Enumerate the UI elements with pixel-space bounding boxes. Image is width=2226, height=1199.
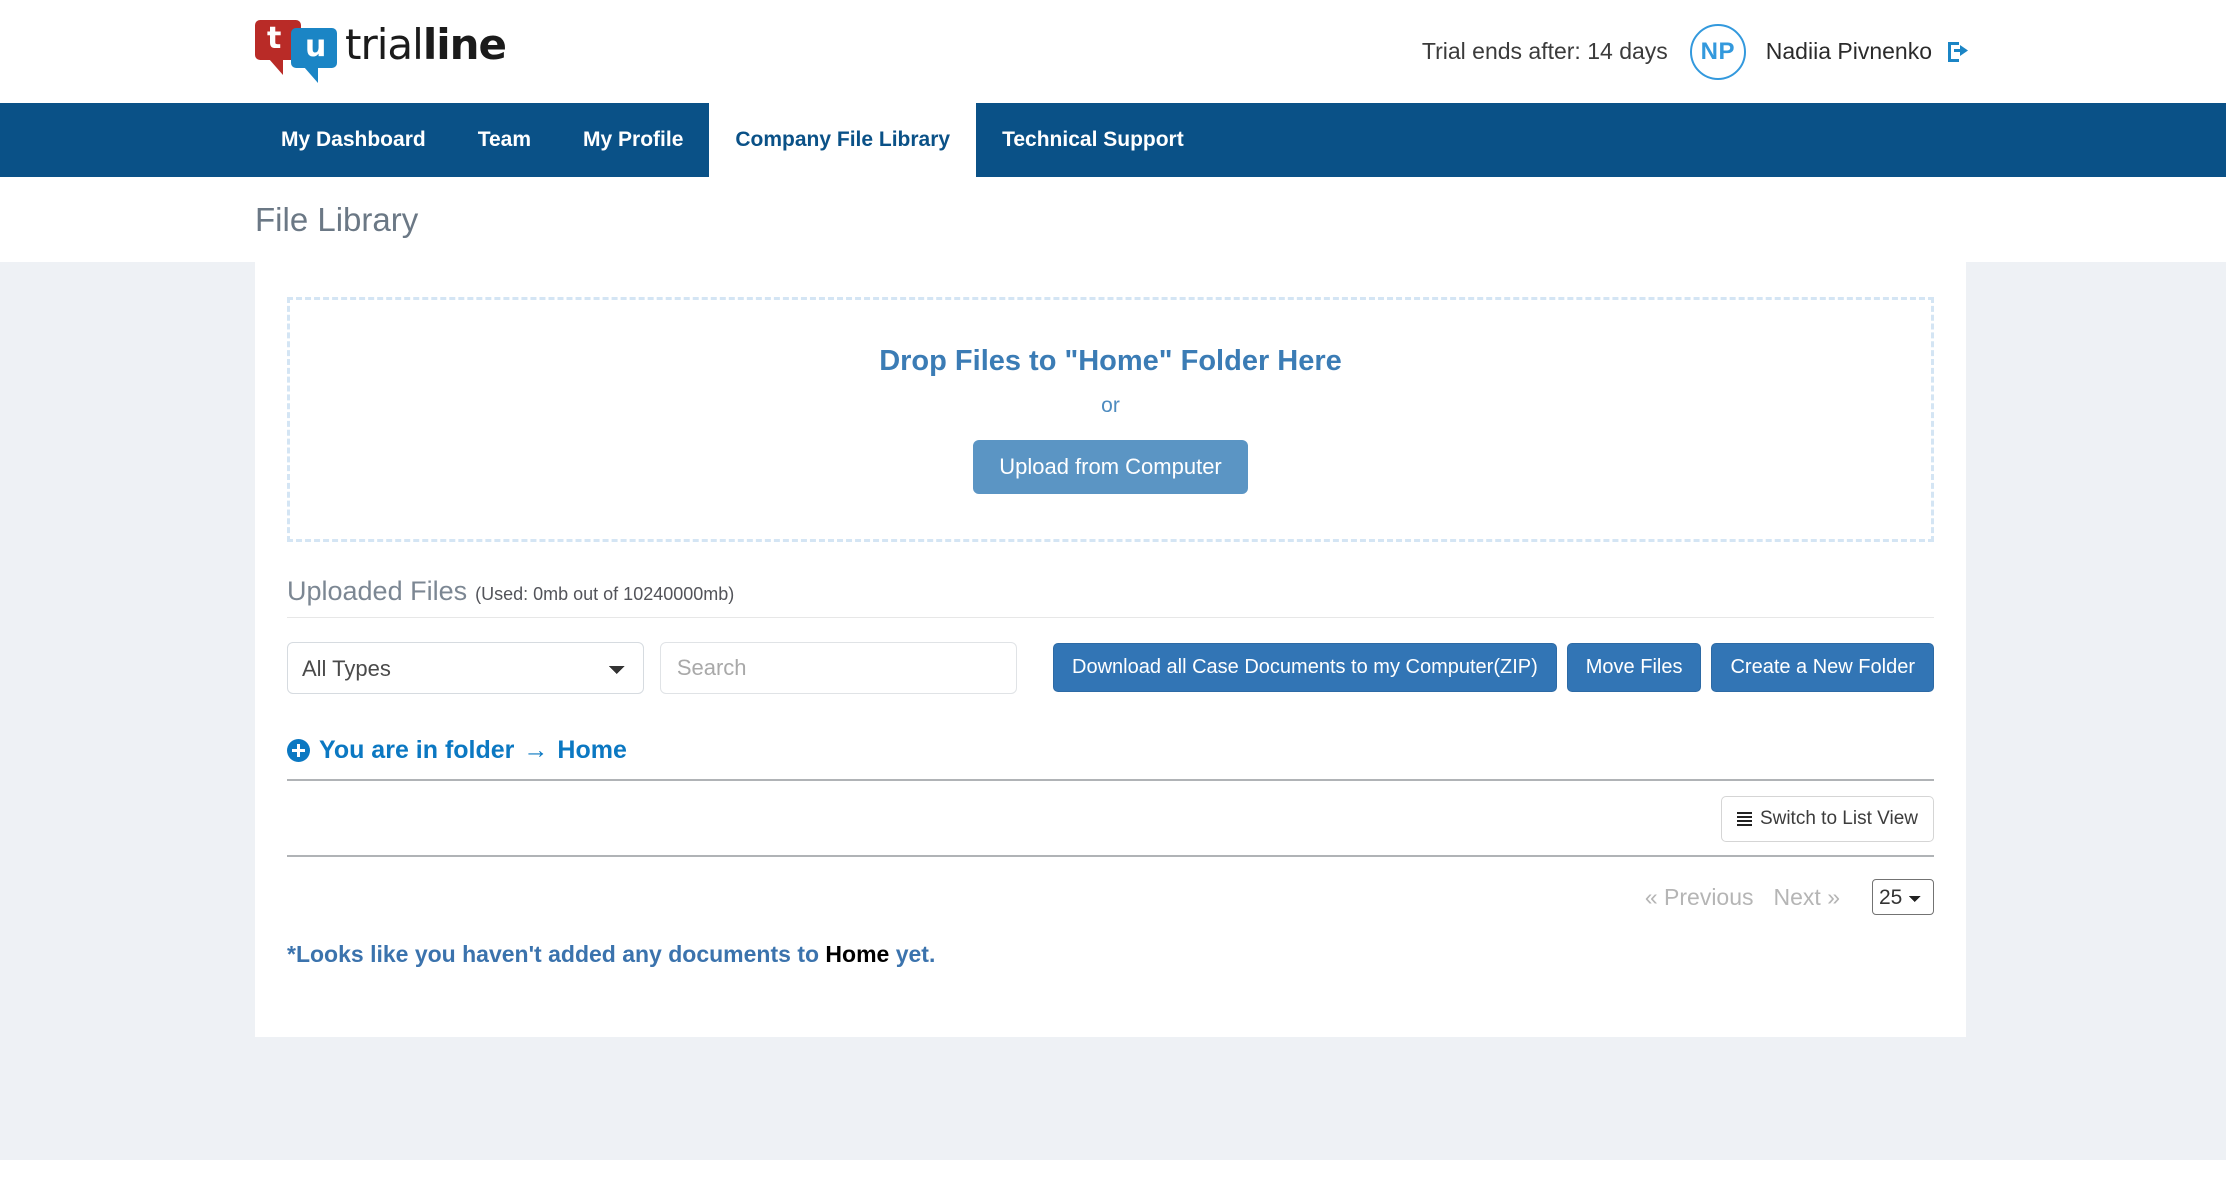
- switch-to-list-view-label: Switch to List View: [1759, 808, 1918, 829]
- empty-state-message: *Looks like you haven't added any docume…: [287, 941, 1934, 968]
- nav-item-technical-support[interactable]: Technical Support: [976, 103, 1210, 177]
- logo-blue-tail: [304, 67, 318, 83]
- list-icon: [1736, 811, 1752, 827]
- logo-red-tail: [269, 59, 283, 75]
- pagination-next[interactable]: Next »: [1764, 884, 1850, 911]
- logo-letter-t: t: [267, 21, 282, 56]
- file-controls-row: All Types Download all Case Documents to…: [287, 642, 1934, 694]
- file-library-panel: Drop Files to "Home" Folder Here or Uplo…: [255, 262, 1966, 1037]
- create-folder-button[interactable]: Create a New Folder: [1711, 643, 1934, 692]
- file-list-area: Switch to List View: [287, 781, 1934, 857]
- logo-word-trial: trial: [345, 20, 424, 69]
- logo-word-line: line: [422, 20, 507, 69]
- uploaded-files-header: Uploaded Files (Used: 0mb out of 1024000…: [287, 576, 1934, 618]
- dropzone-or-label: or: [1101, 394, 1120, 417]
- empty-state-prefix: *Looks like you haven't added any docume…: [287, 941, 820, 967]
- main-navigation: My Dashboard Team My Profile Company Fil…: [0, 103, 2226, 177]
- nav-item-my-dashboard[interactable]: My Dashboard: [255, 103, 452, 177]
- nav-item-my-profile[interactable]: My Profile: [557, 103, 709, 177]
- nav-item-company-file-library[interactable]: Company File Library: [709, 103, 977, 177]
- trial-notice: Trial ends after: 14 days: [1421, 38, 1668, 64]
- switch-to-list-view-button[interactable]: Switch to List View: [1720, 796, 1934, 842]
- empty-state-suffix: yet.: [895, 941, 936, 967]
- empty-state-folder: Home: [825, 941, 890, 967]
- breadcrumb-label: You are in folder: [319, 736, 515, 764]
- file-type-filter-select[interactable]: All Types: [287, 642, 644, 694]
- storage-usage-text: (Used: 0mb out of 10240000mb): [475, 584, 735, 604]
- content-band: Drop Files to "Home" Folder Here or Uplo…: [0, 262, 2226, 1160]
- page-title-bar: File Library: [0, 177, 2226, 262]
- dropzone-title: Drop Files to "Home" Folder Here: [879, 345, 1342, 377]
- uploaded-files-title: Uploaded Files: [287, 576, 468, 606]
- arrow-right-icon: →: [523, 736, 549, 764]
- header-right-cluster: Trial ends after: 14 days NP Nadiia Pivn…: [1422, 0, 2226, 103]
- file-dropzone[interactable]: Drop Files to "Home" Folder Here or Uplo…: [287, 297, 1934, 542]
- top-header: t u trialline Trial ends after: 14 days …: [0, 0, 2226, 103]
- nav-item-team[interactable]: Team: [452, 103, 557, 177]
- logo-letter-u: u: [305, 29, 327, 64]
- trialline-logo[interactable]: t u trialline: [255, 12, 507, 83]
- pagination: « Previous Next » 25: [287, 879, 1934, 915]
- file-action-buttons: Download all Case Documents to my Comput…: [1053, 642, 1934, 692]
- page-title: File Library: [255, 200, 419, 238]
- search-input[interactable]: [659, 642, 1018, 694]
- avatar[interactable]: NP: [1689, 23, 1746, 80]
- move-files-button[interactable]: Move Files: [1566, 643, 1702, 692]
- download-zip-button[interactable]: Download all Case Documents to my Comput…: [1053, 643, 1557, 692]
- breadcrumb-current-folder-link[interactable]: You are in folder → Home: [287, 736, 627, 765]
- logout-icon[interactable]: [1946, 39, 1974, 65]
- breadcrumb-folder-name: Home: [557, 736, 627, 764]
- user-name[interactable]: Nadiia Pivnenko: [1766, 38, 1932, 65]
- plus-circle-icon[interactable]: [287, 739, 310, 762]
- pagination-previous[interactable]: « Previous: [1635, 884, 1764, 911]
- breadcrumb: You are in folder → Home: [287, 736, 1934, 781]
- logo-wordmark: trialline: [345, 24, 507, 66]
- logo-mark-icon: t u: [255, 14, 341, 83]
- upload-from-computer-button[interactable]: Upload from Computer: [973, 440, 1248, 494]
- page-size-select[interactable]: 25: [1872, 879, 1934, 915]
